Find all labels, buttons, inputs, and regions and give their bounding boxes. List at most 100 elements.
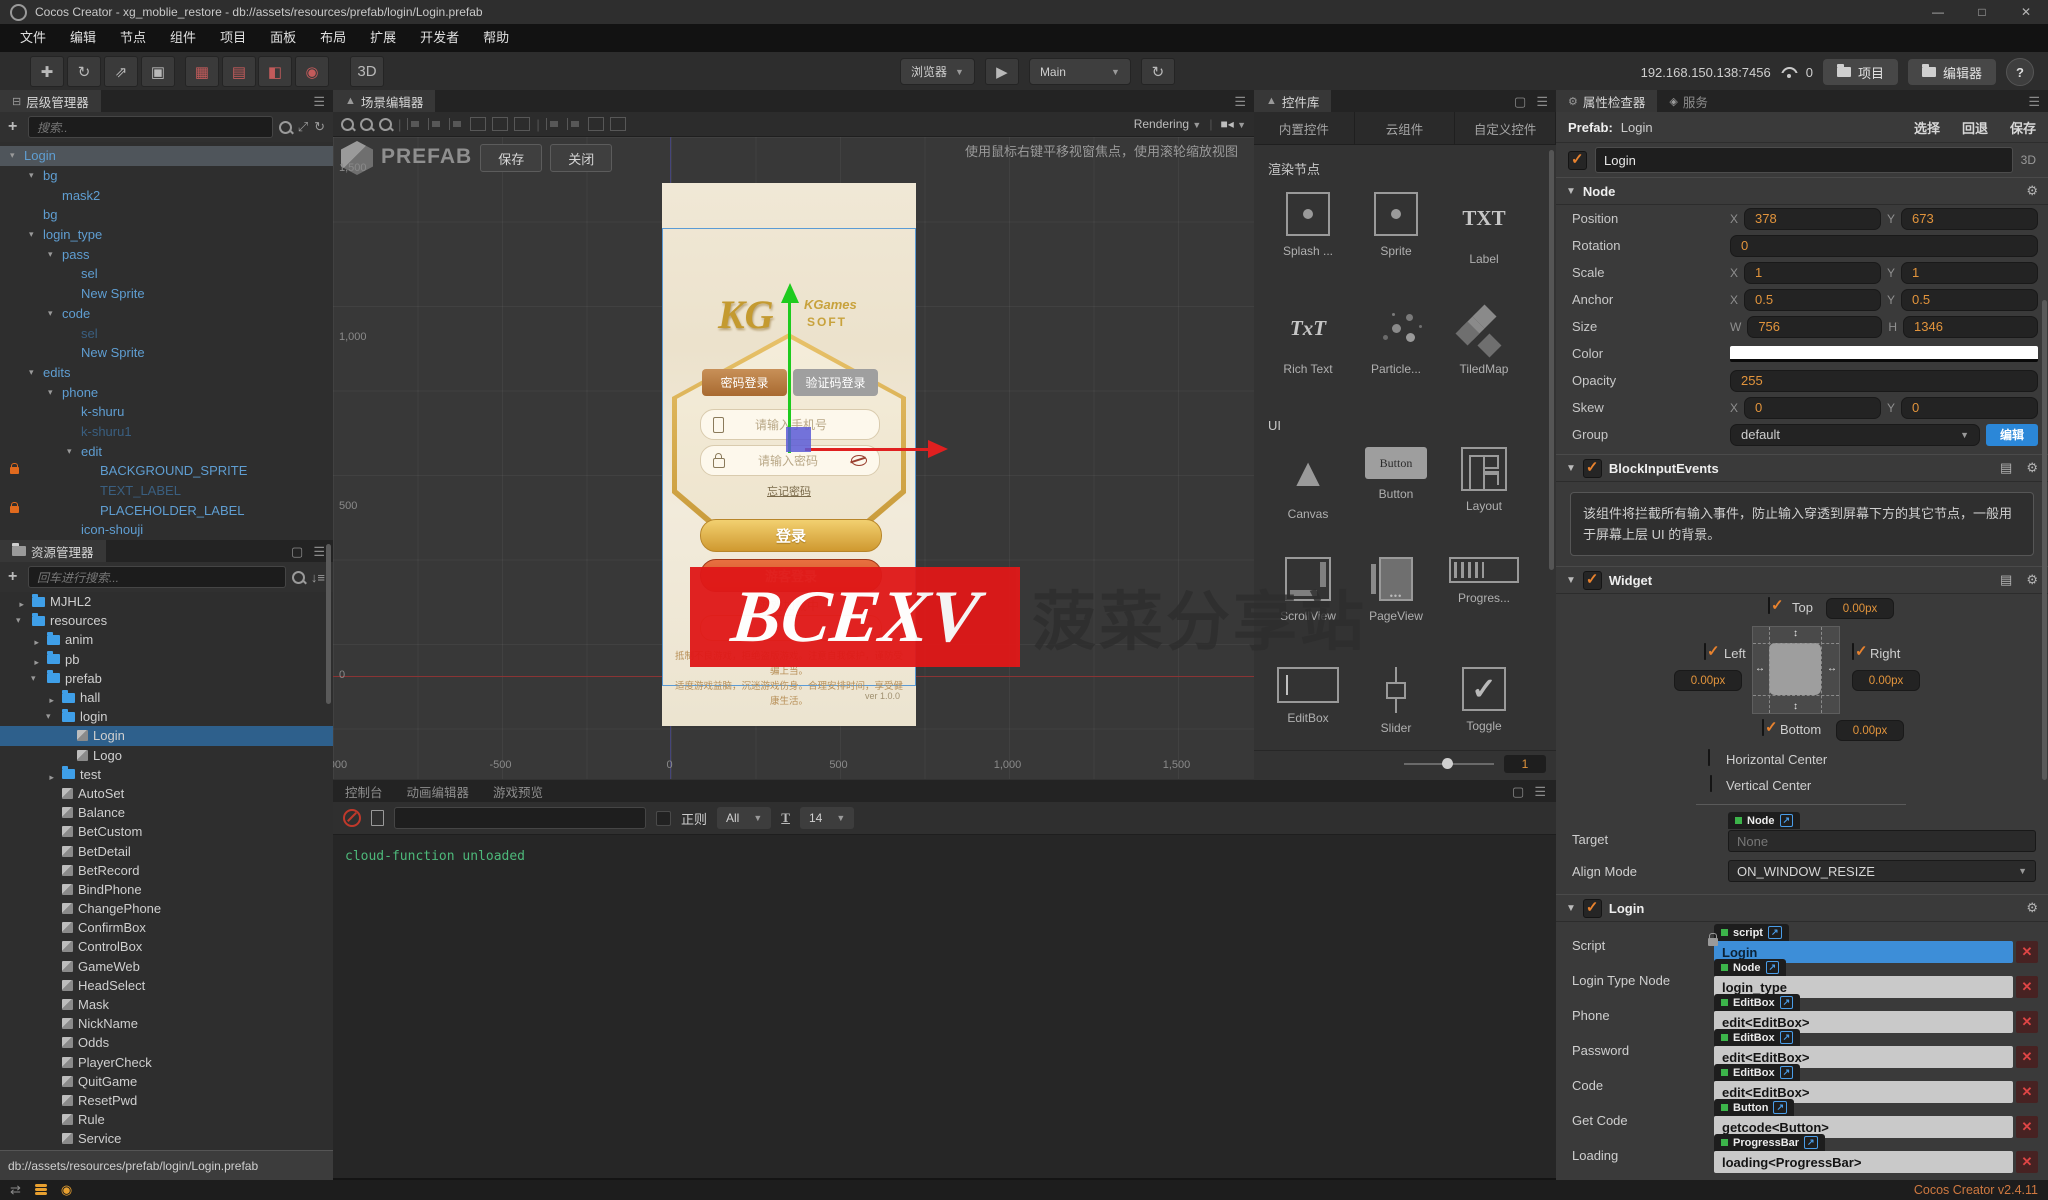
tree-node[interactable]: ▾ k-shuru1 [0,422,333,442]
scale-tool-icon[interactable]: ⇗ [104,56,138,87]
console-tab[interactable]: 控制台 [333,780,395,802]
align-left-icon[interactable] [407,118,422,130]
rect-tool-icon[interactable]: ▣ [141,56,175,87]
asset-item[interactable]: ▾ BindPhone [0,880,333,899]
group-dropdown[interactable]: default▼ [1730,424,1980,446]
widget-section-header[interactable]: ▼Widget ▤⚙ [1556,566,2048,594]
asset-item[interactable]: ▾ ChangePhone [0,899,333,918]
tree-node[interactable]: ▾ icon-shouji [0,520,333,540]
tree-node[interactable]: ▾ New Sprite [0,343,333,363]
tree-node[interactable]: ▾ PLACEHOLDER_LABEL [0,500,333,520]
help-button[interactable]: ? [2006,58,2034,86]
library-scrollbar[interactable] [1549,150,1554,570]
tab-assets[interactable]: 资源管理器 [0,540,106,562]
anchor-x-field[interactable]: 0.5 [1744,289,1881,311]
sort-icon[interactable]: ↓≡ [311,570,325,585]
rotate-tool-icon[interactable]: ↻ [67,56,101,87]
code-login-tab[interactable]: 验证码登录 [793,369,878,396]
tree-node[interactable]: ▾ code [0,304,333,324]
console-tab[interactable]: 游戏预览 [481,780,555,802]
gear-icon[interactable]: ⚙ [2026,572,2038,588]
add-asset-button[interactable]: + [8,568,22,586]
node-name-input[interactable]: Login [1595,147,2013,173]
camera-icon[interactable]: ■◂ ▼ [1220,117,1246,131]
prefab-preview[interactable]: KG KGames SOFT 密码登录 验证码登录 请输入手机号 请输入密码 忘 [662,183,916,726]
component-enabled-checkbox[interactable] [1583,571,1602,590]
panel-menu-icon[interactable]: ☰ [1536,94,1548,110]
component-enabled-checkbox[interactable] [1583,899,1602,918]
asset-item[interactable]: ▾ Mask [0,995,333,1014]
tab-service[interactable]: ◈服务 [1657,90,1719,112]
skew-y-field[interactable]: 0 [1901,397,2038,419]
gizmo-y-arrowhead[interactable] [781,283,799,303]
size-h-field[interactable]: 1346 [1903,316,2038,338]
play-button[interactable]: ▶ [985,58,1019,85]
tree-node[interactable]: ▾ edit [0,441,333,461]
expand-arrow-icon[interactable]: ▾ [48,387,62,398]
expand-arrow-icon[interactable]: ▾ [16,615,27,626]
expand-arrow-icon[interactable]: ▾ [29,367,43,378]
prefab-save-button[interactable]: 保存 [2010,118,2036,137]
reference-field[interactable]: loading<ProgressBar> [1714,1151,2013,1173]
menu-item[interactable]: 面板 [258,24,308,52]
tree-node[interactable]: ▾ New Sprite [0,284,333,304]
library-item[interactable]: ▲ Canvas [1264,439,1352,549]
expand-arrow-icon[interactable]: ▾ [46,692,57,703]
scale-x-field[interactable]: 1 [1744,262,1881,284]
panel-menu-icon[interactable]: ☰ [313,94,325,110]
zoom-in-icon[interactable] [341,118,354,131]
tab-library[interactable]: ▲控件库 [1254,90,1331,112]
tree-node[interactable]: ▾ sel [0,264,333,284]
gizmo-x-axis[interactable] [805,448,930,451]
popout-icon[interactable]: ▢ [291,544,303,560]
library-item[interactable]: Splash ... [1264,184,1352,294]
menu-item[interactable]: 布局 [308,24,358,52]
scale-y-field[interactable]: 1 [1901,262,2038,284]
distribute-right-icon[interactable] [610,117,626,131]
library-item[interactable]: PageView [1352,549,1440,659]
panel-menu-icon[interactable]: ☰ [1234,94,1246,110]
copy-icon[interactable]: ▤ [2000,572,2012,588]
scene-canvas[interactable]: 使用鼠标右键平移视窗焦点，使用滚轮缩放视图 PREFAB 保存 关闭 1,500… [333,137,1254,779]
expand-arrow-icon[interactable]: ▾ [67,446,81,457]
minimize-button[interactable]: — [1916,0,1960,24]
position-x-field[interactable]: 378 [1744,208,1881,230]
expand-arrow-icon[interactable]: ▾ [46,711,57,722]
log-file-icon[interactable] [371,810,384,826]
asset-item[interactable]: ▾ pb [0,650,333,669]
console-tab[interactable]: 动画编辑器 [395,780,482,802]
asset-item[interactable]: ▾ BetDetail [0,841,333,860]
prefab-select-button[interactable]: 选择 [1914,118,1940,137]
expand-arrow-icon[interactable]: ▾ [29,170,43,181]
refresh-icon[interactable]: ↻ [314,119,325,135]
widget-bottom-value[interactable]: 0.00px [1836,720,1904,741]
login-button[interactable]: 登录 [700,519,882,552]
console-filter-input[interactable] [394,807,646,829]
mode-3d-button[interactable]: 3D [350,56,384,87]
tree-node[interactable]: ▾ BACKGROUND_SPRITE [0,461,333,481]
asset-item[interactable]: ▾ GameWeb [0,957,333,976]
font-size-dropdown[interactable]: 14▼ [800,807,854,829]
position-y-field[interactable]: 673 [1901,208,2038,230]
tree-node[interactable]: ▾ bg [0,166,333,186]
library-item[interactable]: Progres... [1440,549,1528,659]
vertical-center-checkbox[interactable] [1710,775,1712,792]
expand-arrow-icon[interactable]: ▾ [16,596,27,607]
align-center-icon[interactable] [428,118,443,130]
library-item[interactable]: ScrollView [1264,549,1352,659]
clear-console-icon[interactable] [343,809,361,827]
group-edit-button[interactable]: 编辑 [1986,424,2038,446]
menu-item[interactable]: 节点 [108,24,158,52]
library-zoom-slider[interactable] [1404,763,1494,765]
expand-arrow-icon[interactable]: ▾ [31,673,42,684]
tree-node[interactable]: ▾ TEXT_LABEL [0,481,333,501]
asset-item[interactable]: ▾ test [0,765,333,784]
expand-arrow-icon[interactable]: ▾ [46,769,57,780]
tree-node[interactable]: ▾ pass [0,244,333,264]
asset-item[interactable]: ▾ Service [0,1129,333,1148]
rendering-dropdown[interactable]: Rendering ▼ [1134,117,1202,131]
asset-item[interactable]: ▾ ResetPwd [0,1091,333,1110]
asset-item[interactable]: ▾ login [0,707,333,726]
asset-item[interactable]: ▾ Logo [0,746,333,765]
tree-node[interactable]: ▾ sel [0,323,333,343]
